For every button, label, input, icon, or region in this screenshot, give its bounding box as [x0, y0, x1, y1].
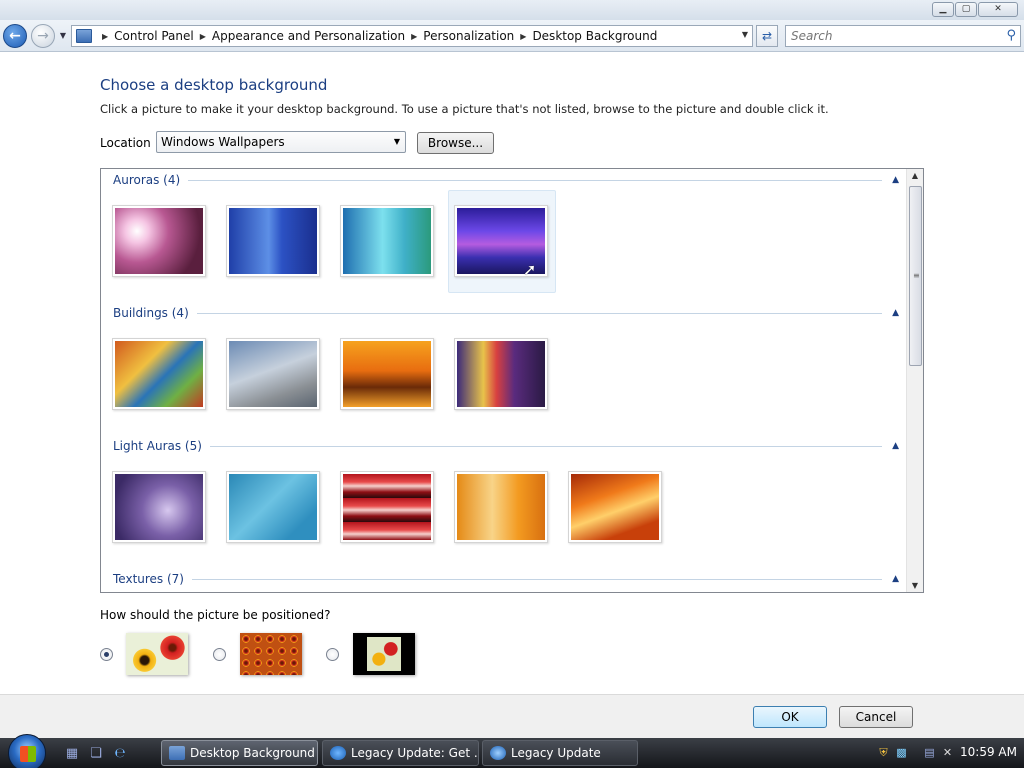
start-button[interactable] [8, 734, 46, 768]
internet-explorer-icon [330, 746, 346, 760]
position-tile-preview[interactable] [240, 633, 302, 675]
position-radio-center[interactable] [326, 648, 339, 661]
recent-pages-dropdown[interactable]: ▼ [58, 31, 68, 41]
breadcrumb-separator-icon: ▶ [102, 31, 109, 41]
breadcrumb-separator-icon[interactable]: ▶ [411, 32, 417, 41]
position-question: How should the picture be positioned? [100, 608, 331, 622]
wallpaper-thumbnail[interactable] [340, 338, 434, 410]
wallpaper-thumbnail[interactable] [454, 338, 548, 410]
wallpaper-thumbnail[interactable] [226, 205, 320, 277]
control-panel-icon [76, 29, 92, 43]
wallpaper-thumbnail[interactable] [454, 471, 548, 543]
scroll-up-icon[interactable]: ▲ [907, 171, 923, 180]
breadcrumb-separator-icon[interactable]: ▶ [520, 32, 526, 41]
chevron-up-icon[interactable]: ▲ [892, 574, 899, 584]
wallpaper-thumbnail[interactable] [568, 471, 662, 543]
group-header-auroras[interactable]: Auroras (4) ▲ [113, 173, 899, 187]
group-label: Light Auras (5) [113, 439, 202, 453]
address-bar[interactable]: ▶ Control Panel ▶ Appearance and Persona… [71, 25, 753, 47]
group-header-buildings[interactable]: Buildings (4) ▲ [113, 306, 899, 320]
taskbar: ▦ ❏ ℮ Desktop Background Legacy Update: … [0, 734, 1024, 768]
page-description: Click a picture to make it your desktop … [100, 102, 829, 116]
ok-button[interactable]: OK [753, 706, 827, 728]
group-divider [209, 445, 883, 447]
windows-update-icon[interactable]: ▩ [894, 745, 909, 760]
group-header-textures[interactable]: Textures (7) ▲ [113, 572, 899, 586]
forward-arrow-icon[interactable]: → [31, 24, 55, 48]
wallpaper-thumbnail[interactable] [112, 338, 206, 410]
taskbar-item-legacy-update[interactable]: Legacy Update [482, 740, 638, 766]
close-button[interactable]: ✕ [978, 2, 1018, 17]
wallpaper-thumbnail[interactable] [340, 205, 434, 277]
breadcrumb-personalization[interactable]: Personalization [423, 29, 514, 43]
minimize-button[interactable]: ▁ [932, 2, 954, 17]
wallpaper-thumbnail[interactable] [226, 471, 320, 543]
back-arrow-icon[interactable]: ← [3, 24, 27, 48]
breadcrumb-control-panel[interactable]: Control Panel [114, 29, 194, 43]
switch-windows-icon[interactable]: ❏ [88, 746, 104, 762]
page-title: Choose a desktop background [100, 76, 328, 94]
show-desktop-icon[interactable]: ▦ [64, 746, 80, 762]
scrollbar-thumb[interactable]: ≡ [909, 186, 922, 366]
caption-buttons: ▁ ▢ ✕ [932, 2, 1018, 17]
position-radio-fit[interactable] [100, 648, 113, 661]
wallpaper-thumbnail[interactable] [112, 471, 206, 543]
window-caption-bar: ▁ ▢ ✕ [0, 0, 1024, 20]
taskbar-item-desktop-background[interactable]: Desktop Background [161, 740, 318, 766]
breadcrumb-separator-icon[interactable]: ▶ [200, 32, 206, 41]
gallery-scrollbar[interactable]: ▲ ≡ ▼ [906, 169, 923, 592]
chevron-up-icon[interactable]: ▲ [892, 175, 899, 185]
wallpaper-thumbnail[interactable] [340, 471, 434, 543]
search-input[interactable] [786, 26, 986, 46]
group-divider [188, 179, 883, 181]
maximize-button[interactable]: ▢ [955, 2, 977, 17]
location-label: Location [100, 136, 151, 150]
taskbar-item-label: Legacy Update: Get ... [351, 746, 479, 760]
refresh-icon[interactable]: ⇄ [756, 25, 778, 47]
breadcrumb-desktop-background[interactable]: Desktop Background [532, 29, 657, 43]
taskbar-item-label: Desktop Background [190, 746, 315, 760]
group-label: Auroras (4) [113, 173, 181, 187]
internet-explorer-icon[interactable]: ℮ [112, 746, 128, 762]
legacy-update-icon [490, 746, 506, 760]
location-select[interactable]: Windows Wallpapers ▼ [156, 131, 406, 153]
security-shield-icon[interactable]: ⛨ [876, 745, 891, 760]
breadcrumb-appearance[interactable]: Appearance and Personalization [212, 29, 405, 43]
position-fit-preview[interactable] [126, 633, 188, 675]
location-select-value: Windows Wallpapers [161, 135, 285, 149]
windows-logo-icon [20, 746, 36, 762]
position-center-preview[interactable] [353, 633, 415, 675]
chevron-down-icon: ▼ [393, 137, 400, 146]
group-label: Textures (7) [113, 572, 184, 586]
taskbar-clock[interactable]: 10:59 AM [960, 745, 1017, 759]
network-icon[interactable]: ▤ [922, 745, 937, 760]
wallpaper-thumbnail[interactable] [226, 338, 320, 410]
scroll-down-icon[interactable]: ▼ [907, 581, 923, 590]
mouse-cursor-icon: ➚ [523, 260, 537, 279]
group-header-light-auras[interactable]: Light Auras (5) ▲ [113, 439, 899, 453]
chevron-up-icon[interactable]: ▲ [892, 308, 899, 318]
wallpaper-thumbnail[interactable] [112, 205, 206, 277]
group-label: Buildings (4) [113, 306, 189, 320]
position-radio-tile[interactable] [213, 648, 226, 661]
address-dropdown-icon[interactable]: ▼ [742, 30, 748, 39]
search-icon[interactable]: ⚲ [1006, 28, 1016, 43]
control-panel-icon [169, 746, 185, 760]
wallpaper-gallery: Auroras (4) ▲ ➚ Buildings (4) ▲ Light Au… [100, 168, 924, 593]
cancel-button[interactable]: Cancel [839, 706, 913, 728]
group-divider [196, 312, 883, 314]
taskbar-item-legacy-update-ie[interactable]: Legacy Update: Get ... [322, 740, 479, 766]
taskbar-item-label: Legacy Update [511, 746, 601, 760]
group-divider [192, 578, 883, 580]
volume-muted-icon[interactable]: ✕ [940, 745, 955, 760]
browse-button[interactable]: Browse... [417, 132, 494, 154]
chevron-up-icon[interactable]: ▲ [892, 441, 899, 451]
search-box[interactable]: ⚲ [785, 25, 1021, 47]
